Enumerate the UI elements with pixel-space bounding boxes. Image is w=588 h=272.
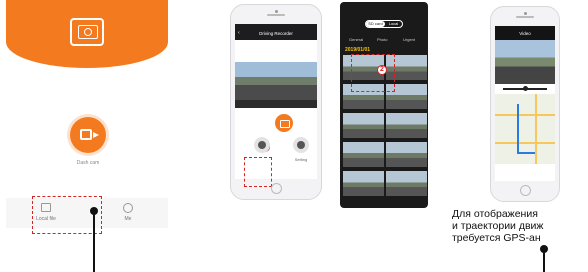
video-thumbnail[interactable] <box>386 171 427 196</box>
snapshot-button[interactable] <box>275 114 293 132</box>
playback-slider[interactable] <box>495 84 555 94</box>
video-thumbnail[interactable] <box>386 142 427 167</box>
phone-speaker <box>267 14 285 16</box>
phone-gallery: SD card Local General Photo Urgent 2019/… <box>340 2 428 208</box>
video-camera-icon <box>80 129 99 140</box>
tab-photo[interactable]: Photo <box>377 37 387 42</box>
callout-line <box>93 214 95 272</box>
gps-route <box>517 104 535 154</box>
caption-line: Для отображения <box>452 208 538 220</box>
front-camera <box>523 12 527 15</box>
dash-cam-label: Dash cam <box>76 160 100 166</box>
header-banner <box>6 0 168 68</box>
tab-urgent[interactable]: Urgent <box>403 37 415 42</box>
slider-knob[interactable] <box>523 86 528 91</box>
dash-cam-button[interactable] <box>70 117 106 153</box>
album-highlight <box>244 157 272 187</box>
playback-title: Video <box>519 31 531 36</box>
gps-map[interactable] <box>495 94 555 164</box>
phone-playback: Video <box>490 6 560 202</box>
recorder-screen: ‹ Driving Recorder 1 Setting <box>235 24 317 179</box>
segment-sd-card[interactable]: SD card <box>366 21 385 27</box>
recorder-title: Driving Recorder <box>259 31 293 36</box>
caption-line: требуется GPS-ан <box>452 232 541 244</box>
storage-segment-control[interactable]: SD card Local <box>365 20 403 28</box>
video-thumbnail[interactable] <box>343 171 384 196</box>
playback-topbar: Video <box>495 26 555 40</box>
local-file-highlight <box>32 196 102 234</box>
settings-label: Setting <box>294 157 308 162</box>
home-button <box>270 183 282 194</box>
person-icon <box>123 203 133 213</box>
phone-driving-recorder: ‹ Driving Recorder 1 Setting <box>230 4 322 200</box>
recorder-topbar: ‹ Driving Recorder <box>235 24 317 40</box>
map-road <box>535 94 537 164</box>
dashcam-device-icon <box>70 18 104 46</box>
phone-speaker <box>516 16 534 18</box>
settings-button[interactable] <box>293 137 309 153</box>
thumbnail-highlight <box>351 54 395 92</box>
video-thumbnail[interactable] <box>386 113 427 138</box>
segment-local[interactable]: Local <box>385 21 402 27</box>
tab-general[interactable]: General <box>349 37 363 42</box>
album-button[interactable] <box>254 137 270 153</box>
video-thumbnail[interactable] <box>343 142 384 167</box>
gallery-date: 2019/01/01 <box>345 47 371 53</box>
gallery-tabs: General Photo Urgent <box>341 35 427 45</box>
caption-line: и траектории движ <box>452 220 544 232</box>
gps-caption: Для отображения и траектории движ требуе… <box>452 208 588 244</box>
playback-video[interactable] <box>495 40 555 84</box>
callout-line <box>543 252 545 272</box>
step-badge-2: 2 <box>377 65 387 75</box>
live-video-preview[interactable] <box>235 62 317 100</box>
video-thumbnail[interactable] <box>343 113 384 138</box>
video-control-bar <box>235 100 317 108</box>
front-camera <box>274 10 278 13</box>
playback-screen: Video <box>495 26 555 181</box>
home-button <box>519 185 531 196</box>
app-home-panel: Dash cam Local file Me <box>0 0 175 272</box>
